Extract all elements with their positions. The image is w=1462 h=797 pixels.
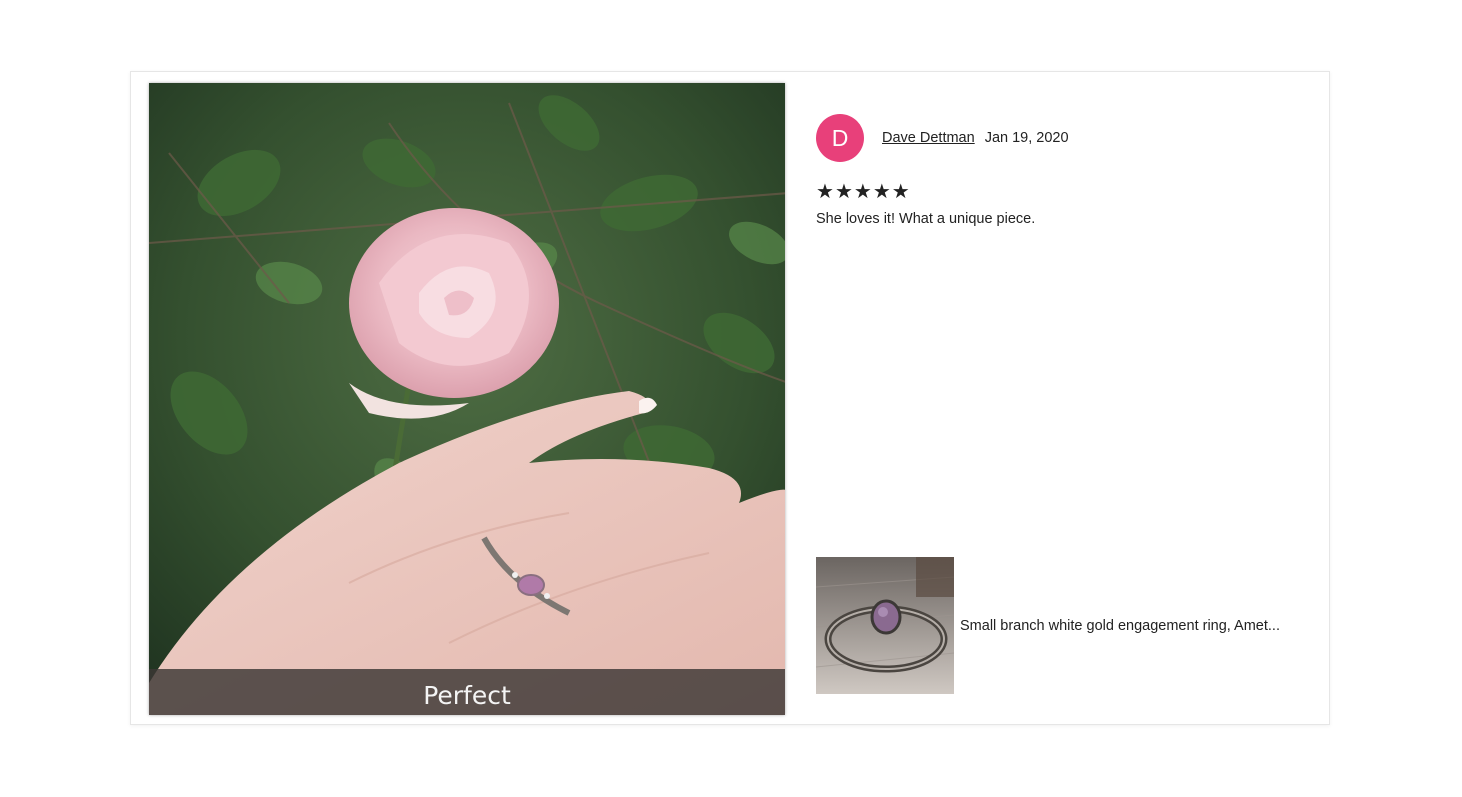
star-icon: ★	[891, 181, 910, 203]
avatar-initial: D	[831, 124, 849, 151]
star-icon: ★	[834, 181, 853, 203]
review-text: She loves it! What a unique piece.	[816, 211, 1036, 227]
review-date: Jan 19, 2020	[984, 130, 1069, 146]
reviewer-name-link[interactable]: Dave Dettman	[882, 130, 975, 146]
product-link[interactable]: Small branch white gold engagement ring,…	[816, 557, 1280, 694]
photo-caption-bar: Perfect	[149, 669, 785, 715]
reviewer-row: D Dave Dettman Jan 19, 2020	[816, 114, 1316, 162]
review-card: Perfect D Dave Dettman Jan 19, 2020 ★ ★ …	[130, 71, 1330, 725]
star-rating: ★ ★ ★ ★ ★	[816, 182, 1316, 202]
photo-caption: Perfect	[423, 680, 511, 710]
star-icon: ★	[872, 181, 891, 203]
star-icon: ★	[853, 181, 872, 203]
avatar: D	[816, 114, 864, 162]
review-photo[interactable]: Perfect	[149, 83, 785, 715]
review-content: D Dave Dettman Jan 19, 2020 ★ ★ ★ ★ ★ Sh…	[816, 114, 1316, 227]
product-title[interactable]: Small branch white gold engagement ring,…	[960, 618, 1280, 634]
star-icon: ★	[816, 181, 834, 203]
ring-product-image	[816, 557, 954, 694]
product-thumbnail[interactable]	[816, 557, 954, 694]
rose-and-ring-photo	[149, 83, 785, 715]
